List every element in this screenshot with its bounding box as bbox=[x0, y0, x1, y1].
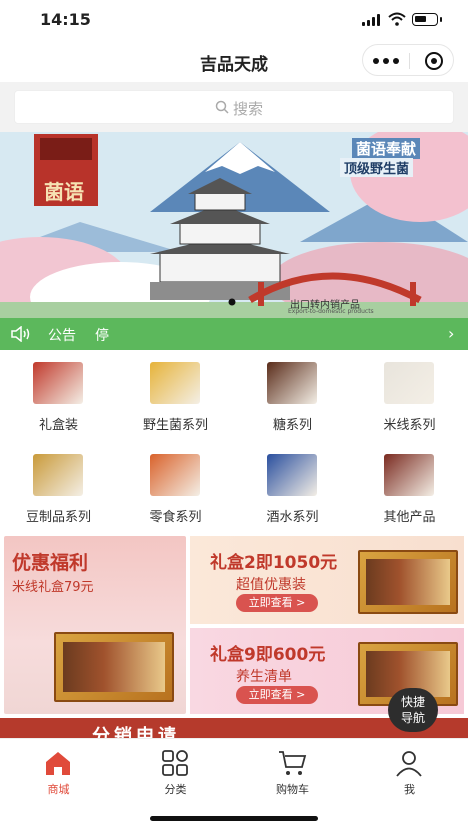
category-icon bbox=[162, 750, 188, 776]
category-label: 糖系列 bbox=[272, 418, 312, 433]
category-image bbox=[267, 454, 317, 496]
quick-nav-line1: 快捷 bbox=[400, 695, 425, 709]
category-item[interactable]: 糖系列 bbox=[234, 356, 351, 442]
tab-bar: 商城 分类 购物车 我 bbox=[0, 738, 468, 800]
promo-gift-box-2-card[interactable]: 礼盒2即1050元 超值优惠装 立即查看 > bbox=[190, 536, 464, 624]
category-item[interactable]: 野生菌系列 bbox=[117, 356, 234, 442]
home-icon bbox=[46, 752, 70, 775]
category-image bbox=[384, 454, 434, 496]
category-image bbox=[384, 362, 434, 404]
battery-icon bbox=[412, 13, 442, 26]
category-image bbox=[150, 454, 200, 496]
promo-gift-box-2-subtitle: 超值优惠装 bbox=[236, 577, 306, 593]
hero-banner[interactable]: 菌语 菌语奉献 顶级野生菌 出口转内销产品 Export-to-domestic… bbox=[0, 132, 468, 318]
category-item[interactable]: 零食系列 bbox=[117, 448, 234, 534]
slogan-line1: 菌语奉献 bbox=[352, 138, 421, 159]
quick-nav-button[interactable]: 快捷 导航 bbox=[388, 688, 438, 732]
quick-nav-line2: 导航 bbox=[400, 711, 425, 725]
promo-welfare-subtitle: 米线礼盒79元 bbox=[12, 580, 94, 595]
category-label: 其他产品 bbox=[383, 510, 436, 525]
promo-gift-box-9-subtitle: 养生清单 bbox=[236, 669, 292, 685]
category-image bbox=[33, 362, 83, 404]
promo-welfare-title: 优惠福利 bbox=[12, 552, 89, 574]
cellular-signal-icon bbox=[362, 14, 382, 26]
user-icon bbox=[396, 751, 422, 777]
speaker-icon bbox=[11, 326, 30, 342]
category-item[interactable]: 其他产品 bbox=[351, 448, 468, 534]
home-indicator bbox=[150, 816, 318, 821]
category-image bbox=[150, 362, 200, 404]
search-icon bbox=[215, 100, 229, 114]
close-miniprogram-icon[interactable] bbox=[425, 52, 443, 70]
capsule-divider bbox=[409, 53, 410, 69]
search-placeholder: 搜索 bbox=[233, 100, 264, 118]
tab-mall-label: 商城 bbox=[47, 783, 70, 796]
category-item[interactable]: 礼盒装 bbox=[0, 356, 117, 442]
view-now-button[interactable]: 立即查看 > bbox=[236, 594, 318, 612]
promo-welfare-card[interactable]: 优惠福利 米线礼盒79元 bbox=[4, 536, 186, 714]
status-time: 14:15 bbox=[40, 10, 91, 29]
category-item[interactable]: 米线系列 bbox=[351, 356, 468, 442]
category-image bbox=[267, 362, 317, 404]
notice-bar[interactable]: 公告 停 › bbox=[0, 318, 468, 350]
search-input[interactable]: 搜索 bbox=[14, 90, 454, 124]
tab-cart-label: 购物车 bbox=[276, 783, 309, 796]
notice-label: 公告 bbox=[48, 328, 76, 344]
view-now-button[interactable]: 立即查看 > bbox=[236, 686, 318, 704]
category-item[interactable]: 酒水系列 bbox=[234, 448, 351, 534]
category-label: 酒水系列 bbox=[266, 510, 319, 525]
category-item[interactable]: 豆制品系列 bbox=[0, 448, 117, 534]
category-label: 零食系列 bbox=[149, 510, 202, 525]
cart-icon bbox=[279, 751, 307, 775]
banner-caption-sub: Export-to-domestic products bbox=[288, 308, 374, 315]
tab-category-label: 分类 bbox=[164, 783, 187, 796]
more-icon[interactable] bbox=[373, 58, 399, 64]
gift-box-image bbox=[358, 550, 458, 614]
search-bar-area: 搜索 bbox=[0, 82, 468, 132]
brand-logo-text: 菌语 bbox=[44, 180, 84, 204]
status-bar: 14:15 bbox=[0, 0, 468, 40]
nav-bar: 吉品天成 bbox=[0, 40, 468, 82]
category-label: 米线系列 bbox=[383, 418, 436, 433]
chevron-right-icon: › bbox=[448, 324, 455, 343]
tab-me-label: 我 bbox=[404, 783, 415, 796]
category-label: 礼盒装 bbox=[38, 418, 78, 433]
category-label: 豆制品系列 bbox=[25, 510, 91, 525]
miniprogram-capsule bbox=[362, 44, 454, 76]
promo-gift-box-9-title: 礼盒9即600元 bbox=[210, 645, 326, 665]
category-label: 野生菌系列 bbox=[142, 418, 208, 433]
wifi-icon bbox=[388, 12, 406, 26]
category-image bbox=[33, 454, 83, 496]
gift-box-image bbox=[54, 632, 174, 702]
promo-gift-box-2-title: 礼盒2即1050元 bbox=[210, 553, 338, 573]
slogan-line2: 顶级野生菌 bbox=[340, 158, 414, 177]
notice-text: 停 bbox=[95, 328, 109, 344]
